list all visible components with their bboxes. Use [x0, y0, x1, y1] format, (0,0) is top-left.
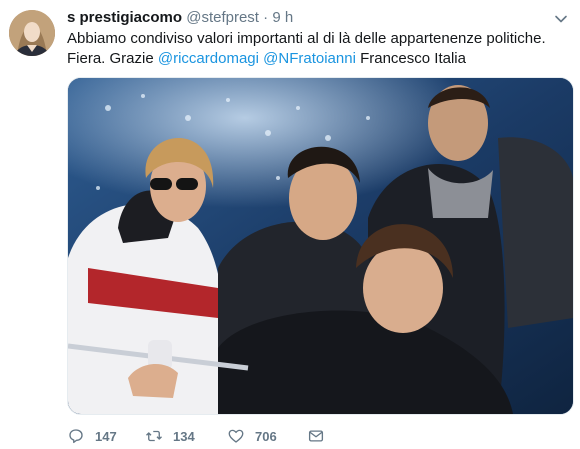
envelope-icon: [308, 430, 324, 442]
direct-message-button[interactable]: [307, 426, 325, 446]
separator-dot: ·: [263, 9, 269, 26]
author-name[interactable]: s prestigiacomo: [67, 9, 182, 26]
tweet-header: s prestigiacomo @stefprest · 9 h: [67, 9, 293, 27]
timestamp[interactable]: 9 h: [272, 9, 293, 26]
tweet-actions: 147 134 706: [67, 426, 367, 446]
mention-riccardomagi[interactable]: @riccardomagi: [158, 50, 259, 67]
chevron-down-icon[interactable]: [554, 12, 568, 26]
reply-icon: [69, 429, 83, 444]
retweet-icon: [146, 430, 162, 442]
reply-button[interactable]: 147: [67, 426, 117, 446]
avatar[interactable]: [9, 10, 55, 56]
mention-nfratoianni[interactable]: @NFratoianni: [263, 50, 356, 67]
like-count: 706: [255, 428, 277, 444]
boat-crew-photo: [68, 78, 573, 414]
like-button[interactable]: 706: [227, 426, 277, 446]
tweet-text: Abbiamo condiviso valori importanti al d…: [67, 29, 567, 69]
tweet-card[interactable]: s prestigiacomo @stefprest · 9 h Abbiamo…: [0, 0, 580, 449]
retweet-button[interactable]: 134: [145, 426, 195, 446]
tweet-photo[interactable]: [67, 77, 574, 415]
reply-count: 147: [95, 428, 117, 444]
heart-icon: [228, 429, 244, 443]
tweet-text-outro: Francesco Italia: [360, 50, 466, 67]
author-handle[interactable]: @stefprest: [186, 9, 259, 26]
retweet-count: 134: [173, 428, 195, 444]
